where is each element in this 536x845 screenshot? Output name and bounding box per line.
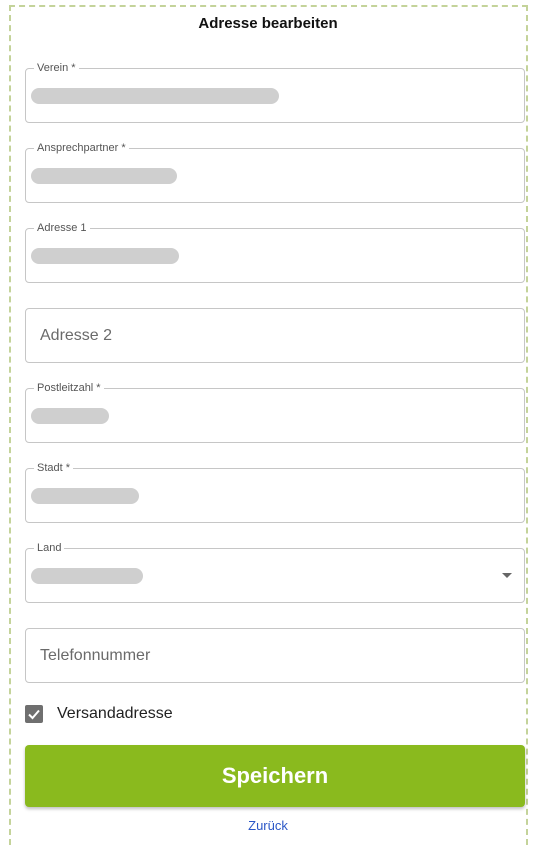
page-title: Adresse bearbeiten — [198, 15, 338, 32]
ansprechpartner-label: Ansprechpartner * — [34, 141, 129, 155]
land-select[interactable]: Land — [25, 541, 525, 603]
versandadresse-row[interactable]: Versandadresse — [25, 704, 173, 724]
chevron-down-icon[interactable] — [502, 573, 512, 578]
verein-label: Verein * — [34, 61, 79, 75]
save-button[interactable]: Speichern — [25, 745, 525, 807]
land-label: Land — [34, 541, 65, 555]
adresse1-label: Adresse 1 — [34, 221, 90, 235]
ansprechpartner-value-redacted — [31, 168, 177, 184]
stadt-value-redacted — [31, 488, 139, 504]
land-value-redacted — [31, 568, 143, 584]
verein-field[interactable]: Verein * — [25, 61, 525, 123]
postleitzahl-field[interactable]: Postleitzahl * — [25, 381, 525, 443]
stadt-field[interactable]: Stadt * — [25, 461, 525, 523]
versandadresse-checkbox[interactable] — [25, 705, 43, 723]
verein-value-redacted — [31, 88, 279, 104]
ansprechpartner-field[interactable]: Ansprechpartner * — [25, 141, 525, 203]
adresse2-field[interactable]: Adresse 2 — [25, 308, 525, 363]
checkmark-icon — [28, 709, 40, 720]
stadt-label: Stadt * — [34, 461, 74, 475]
versandadresse-label: Versandadresse — [57, 705, 173, 722]
adresse1-value-redacted — [31, 248, 179, 264]
telefonnummer-placeholder: Telefonnummer — [40, 647, 151, 664]
back-link[interactable]: Zurück — [0, 818, 536, 833]
telefonnummer-field[interactable]: Telefonnummer — [25, 628, 525, 683]
adresse2-placeholder: Adresse 2 — [40, 327, 113, 344]
postleitzahl-label: Postleitzahl * — [34, 381, 104, 395]
postleitzahl-value-redacted — [31, 408, 109, 424]
adresse1-field[interactable]: Adresse 1 — [25, 221, 525, 283]
